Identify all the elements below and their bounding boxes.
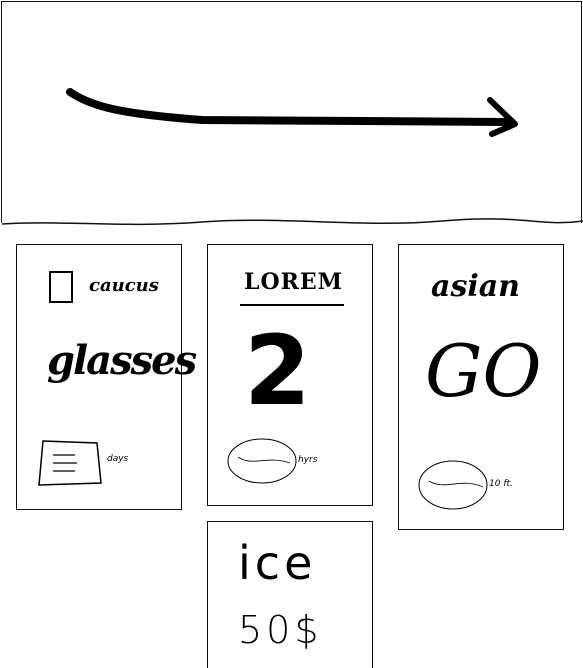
note-card-icon: [38, 440, 102, 486]
card-ice[interactable]: ice 50$: [207, 521, 373, 668]
card-footer-text: hyrs: [298, 455, 318, 465]
oval-sketch-icon: [227, 438, 297, 484]
card-header: ice: [238, 536, 317, 590]
card-footer-text: days: [107, 454, 129, 464]
card-asian[interactable]: asian GO 10 ft.: [398, 244, 564, 530]
card-glasses[interactable]: caucus glasses days: [16, 244, 197, 510]
card-lorem[interactable]: LOREM 2 hyrs: [207, 244, 373, 506]
banner-panel: [1, 1, 583, 226]
card-value: 50$: [238, 608, 323, 652]
right-arrow-icon: [1, 88, 583, 226]
card-footer-text: 10 ft.: [489, 479, 513, 489]
oval-sketch-icon: [418, 460, 488, 510]
